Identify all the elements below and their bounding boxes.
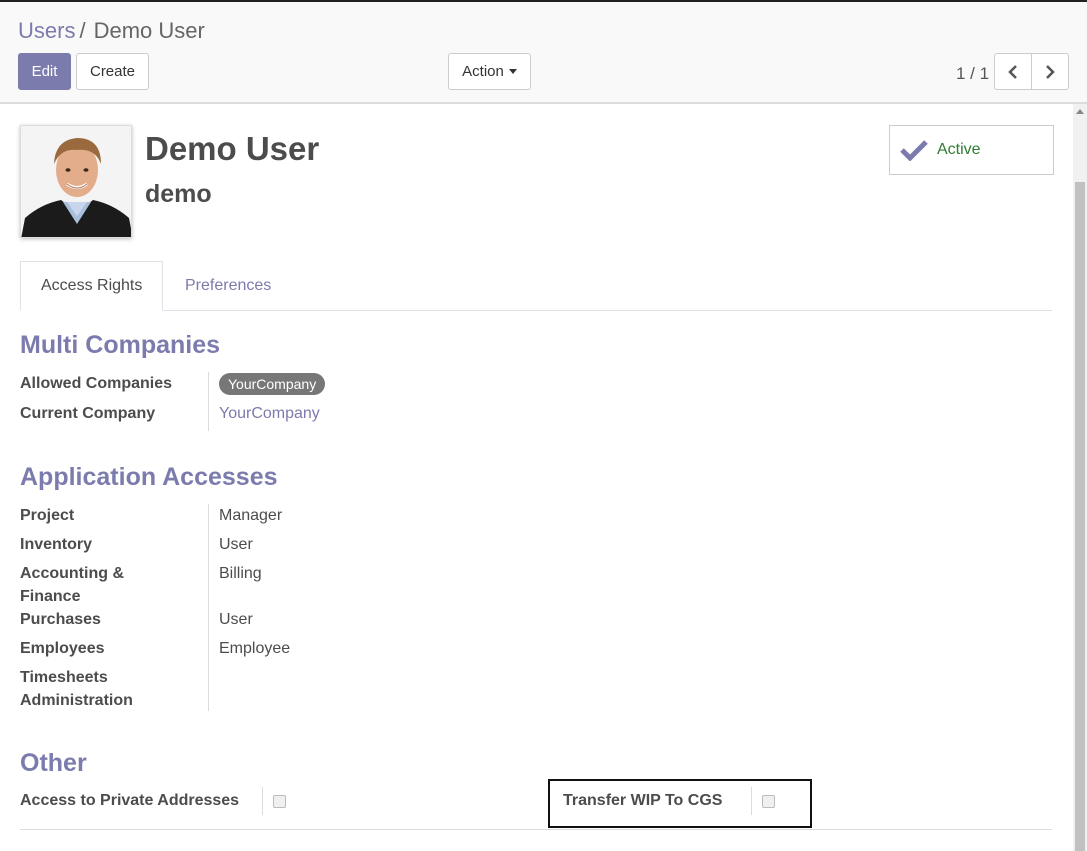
field-value-inventory: User [219,536,253,553]
field-value-accounting: Billing [219,565,262,582]
user-login: demo [145,180,212,208]
breadcrumb: Users / Demo User [18,18,205,44]
breadcrumb-current: Demo User [93,18,205,43]
current-company-label: Current Company [20,405,156,422]
active-label: Active [937,141,981,158]
field-value-project: Manager [219,507,283,524]
tab-access-rights[interactable]: Access Rights [20,261,164,311]
vertical-scrollbar[interactable] [1073,104,1087,851]
edit-button[interactable]: Edit [18,53,71,90]
action-label: Action [462,63,504,80]
divider [20,829,1052,830]
create-button[interactable]: Create [76,53,149,90]
chevron-right-icon [1046,64,1055,79]
breadcrumb-separator: / [79,18,86,43]
transfer-wip-checkbox[interactable] [762,795,775,808]
field-label-inventory: Inventory [20,536,93,553]
scrollbar-thumb[interactable] [1075,182,1085,851]
control-panel: Users / Demo User Edit Create Action 1 / 1 [0,0,1087,104]
avatar-image [21,126,131,237]
field-label-timesheets: Timesheets Administration [20,669,133,709]
field-label-accounting: Accounting & Finance [20,565,124,605]
user-avatar[interactable] [20,125,132,238]
private-addresses-label: Access to Private Addresses [20,792,240,809]
scroll-up-arrow-icon[interactable] [1076,109,1084,114]
chevron-left-icon [1008,64,1017,79]
breadcrumb-users-link[interactable]: Users [18,18,75,43]
field-label-purchases: Purchases [20,611,101,628]
field-divider [208,504,209,711]
section-title-other: Other [20,749,87,777]
active-toggle-button[interactable]: Active [889,125,1054,175]
field-label-project: Project [20,507,75,524]
pager-previous-button[interactable] [994,53,1032,90]
form-tabs: Access Rights Preferences [20,261,1052,311]
pager-value: 1 / 1 [956,64,990,83]
user-name: Demo User [145,130,320,167]
action-dropdown-button[interactable]: Action [448,53,531,90]
section-title-multi-companies: Multi Companies [20,331,221,359]
private-addresses-checkbox[interactable] [273,795,286,808]
current-company-link[interactable]: YourCompany [219,402,320,425]
field-divider [262,787,263,815]
allowed-companies-label: Allowed Companies [20,375,173,392]
caret-down-icon [508,69,517,74]
transfer-wip-label: Transfer WIP To CGS [563,792,723,809]
form-sheet: Demo User demo Active Access Rights Pref… [0,104,1073,851]
field-value-purchases: User [219,611,253,628]
section-title-application-accesses: Application Accesses [20,463,278,491]
checkmark-icon [900,140,928,161]
field-label-employees: Employees [20,640,105,657]
company-tag[interactable]: YourCompany [219,373,326,395]
tab-preferences[interactable]: Preferences [165,261,291,311]
field-value-employees: Employee [219,640,291,657]
field-divider [208,372,209,431]
field-divider [751,787,752,815]
pager-next-button[interactable] [1031,53,1069,90]
